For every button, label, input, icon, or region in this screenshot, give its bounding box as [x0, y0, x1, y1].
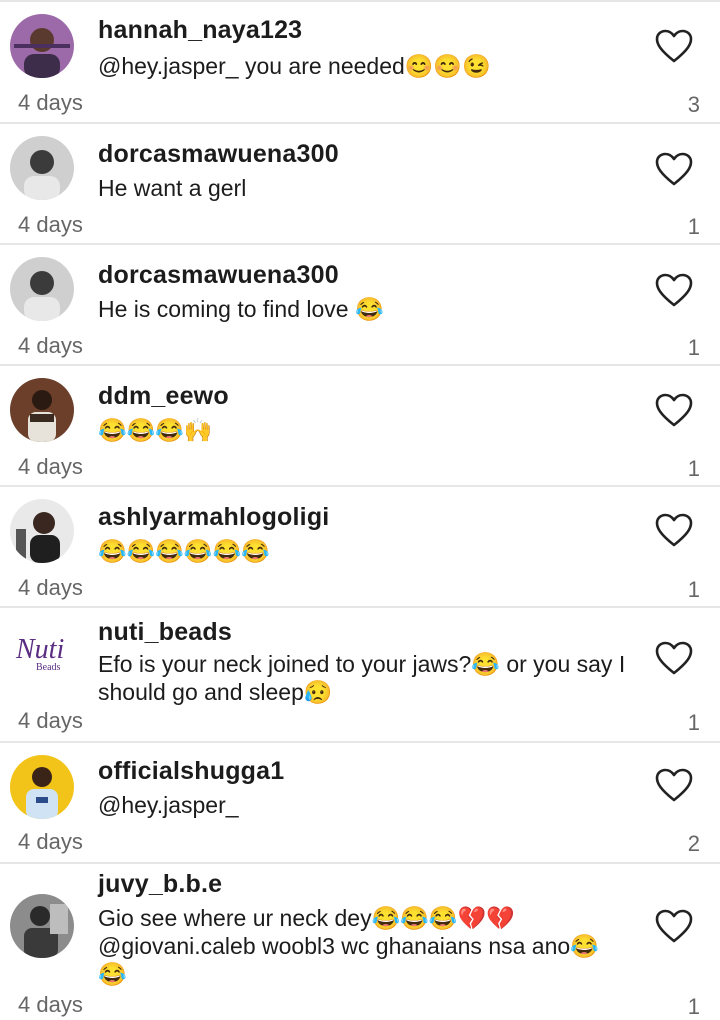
like-count[interactable]: 1: [688, 335, 700, 361]
heart-outline-icon[interactable]: [654, 908, 694, 944]
comment-username[interactable]: ashlyarmahlogoligi: [98, 503, 329, 532]
comment-text: Efo is your neck joined to your jaws?😂 o…: [98, 651, 626, 705]
comment-username[interactable]: ddm_eewo: [98, 382, 229, 411]
comment-age: 4 days: [18, 90, 83, 115]
like-count[interactable]: 1: [688, 710, 700, 736]
comment-username[interactable]: nuti_beads: [98, 618, 232, 647]
comment-age: 4 days: [18, 212, 83, 237]
avatar[interactable]: [10, 894, 74, 958]
comment-item: dorcasmawuena300 He want a gerl 4 days 1: [0, 124, 720, 245]
avatar-logo-text: Nuti: [15, 634, 64, 665]
comment-username[interactable]: officialshugga1: [98, 757, 284, 786]
comment-item: ashlyarmahlogoligi 😂😂😂😂😂😂 4 days 1: [0, 487, 720, 608]
heart-outline-icon[interactable]: [654, 640, 694, 676]
comments-list: hannah_naya123 @hey.jasper_ you are need…: [0, 0, 720, 1019]
heart-outline-icon[interactable]: [654, 392, 694, 428]
like-count[interactable]: 2: [688, 831, 700, 857]
like-count[interactable]: 1: [688, 994, 700, 1020]
comment-item: Nuti Beads nuti_beads Efo is your neck j…: [0, 608, 720, 743]
comment-text: @hey.jasper_ you are needed😊😊😉: [98, 53, 491, 79]
like-count[interactable]: 1: [688, 214, 700, 240]
comment-item: hannah_naya123 @hey.jasper_ you are need…: [0, 2, 720, 124]
comment-age: 4 days: [18, 575, 83, 600]
comment-text: Gio see where ur neck dey😂😂😂💔💔 @giovani.…: [98, 905, 599, 987]
avatar[interactable]: [10, 136, 74, 200]
avatar[interactable]: Nuti Beads: [10, 622, 74, 686]
heart-outline-icon[interactable]: [654, 767, 694, 803]
like-count[interactable]: 3: [688, 92, 700, 118]
comment-text: 😂😂😂😂😂😂: [98, 538, 270, 564]
comment-text: He want a gerl: [98, 175, 247, 201]
heart-outline-icon[interactable]: [654, 272, 694, 308]
avatar[interactable]: [10, 755, 74, 819]
comment-item: officialshugga1 @hey.jasper_ 4 days 2: [0, 743, 720, 864]
comment-item: ddm_eewo 😂😂😂🙌 4 days 1: [0, 366, 720, 487]
comment-item: juvy_b.b.e Gio see where ur neck dey😂😂😂💔…: [0, 864, 720, 1019]
heart-outline-icon[interactable]: [654, 512, 694, 548]
avatar[interactable]: [10, 378, 74, 442]
avatar[interactable]: [10, 14, 74, 78]
comment-text: He is coming to find love 😂: [98, 296, 384, 322]
comment-age: 4 days: [18, 708, 83, 733]
comment-age: 4 days: [18, 829, 83, 854]
comment-age: 4 days: [18, 992, 83, 1017]
heart-outline-icon[interactable]: [654, 151, 694, 187]
comment-age: 4 days: [18, 454, 83, 479]
comment-username[interactable]: juvy_b.b.e: [98, 870, 222, 899]
comment-username[interactable]: hannah_naya123: [98, 16, 302, 45]
comment-item: dorcasmawuena300 He is coming to find lo…: [0, 245, 720, 366]
comment-username[interactable]: dorcasmawuena300: [98, 261, 339, 290]
comment-text: 😂😂😂🙌: [98, 417, 213, 443]
avatar[interactable]: [10, 257, 74, 321]
comment-age: 4 days: [18, 333, 83, 358]
avatar[interactable]: [10, 499, 74, 563]
avatar-logo-sub: Beads: [36, 662, 61, 673]
like-count[interactable]: 1: [688, 456, 700, 482]
comment-username[interactable]: dorcasmawuena300: [98, 140, 339, 169]
heart-outline-icon[interactable]: [654, 28, 694, 64]
comment-text: @hey.jasper_: [98, 792, 239, 818]
like-count[interactable]: 1: [688, 577, 700, 603]
